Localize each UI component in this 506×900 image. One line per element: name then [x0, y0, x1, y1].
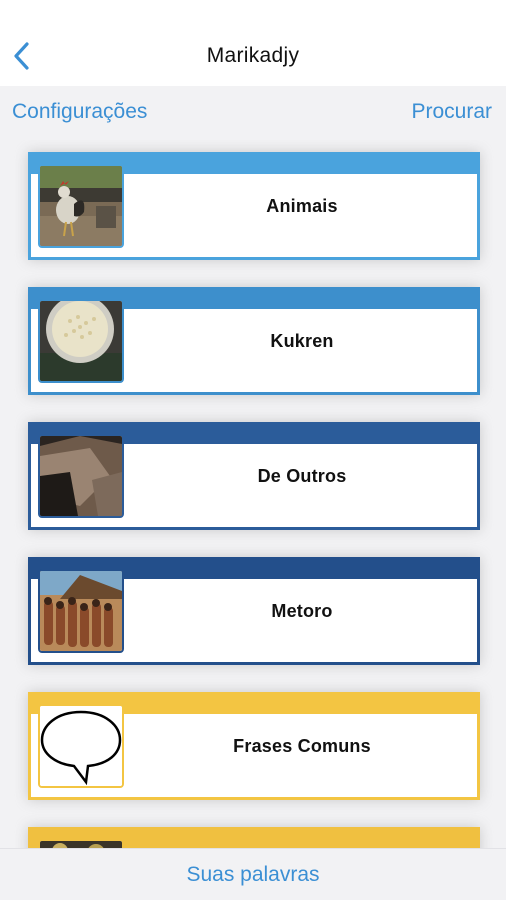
category-list: Animais Kukren De Outros Metoro Frases C… [0, 140, 506, 848]
bottom-bar: Suas palavras [0, 848, 506, 900]
category-card-animais[interactable]: Animais [28, 152, 480, 260]
card-label: Animais [266, 196, 338, 216]
category-card-frases-comuns[interactable]: Frases Comuns [28, 692, 480, 800]
toolbar: Configurações Procurar [0, 86, 506, 140]
card-label: Kukren [270, 331, 334, 351]
category-card-partial[interactable] [28, 827, 480, 848]
card-label: Frases Comuns [233, 736, 371, 756]
your-words-link[interactable]: Suas palavras [0, 863, 506, 887]
grain-bowl-photo [38, 299, 124, 383]
category-card-metoro[interactable]: Metoro [28, 557, 480, 665]
settings-link[interactable]: Configurações [12, 100, 147, 124]
partial-photo [38, 839, 124, 848]
navigation-bar: Marikadjy [0, 0, 506, 86]
rock-photo [38, 434, 124, 518]
speech-bubble-icon [38, 704, 124, 788]
card-label: De Outros [257, 466, 347, 486]
people-gathering-photo [38, 569, 124, 653]
page-title: Marikadjy [206, 44, 300, 67]
search-link[interactable]: Procurar [411, 100, 492, 124]
rooster-photo [38, 164, 124, 248]
card-label: Metoro [271, 601, 333, 621]
category-card-kukren[interactable]: Kukren [28, 287, 480, 395]
category-card-de-outros[interactable]: De Outros [28, 422, 480, 530]
